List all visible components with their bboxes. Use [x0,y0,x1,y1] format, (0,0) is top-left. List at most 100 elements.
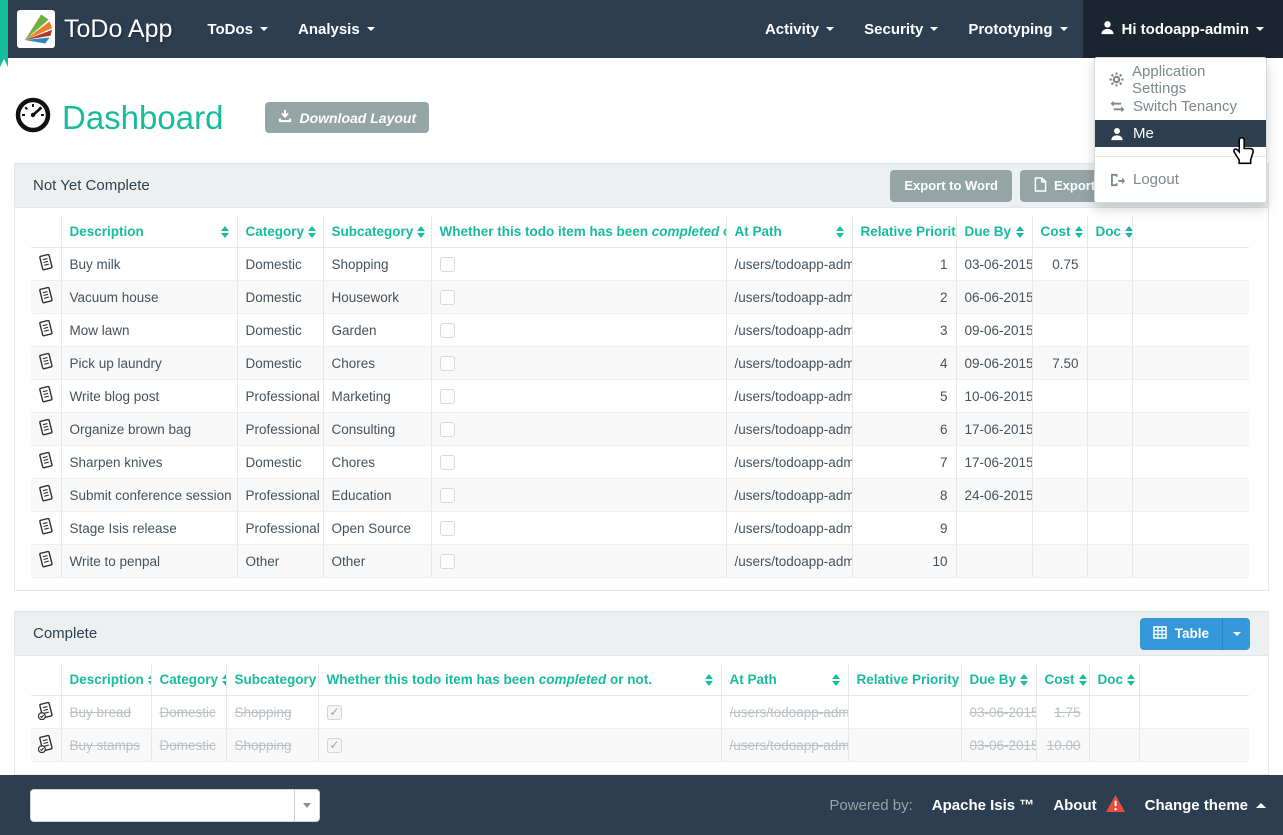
user-icon [1109,127,1125,141]
nav-todos[interactable]: ToDos [192,0,283,58]
todo-item-done-icon [31,696,61,729]
export-to-word-button[interactable]: Export to Word [890,170,1012,202]
cell-due-by [956,512,1032,545]
menu-item-application-settings[interactable]: Application Settings [1095,66,1266,93]
table-row[interactable]: Vacuum house Domestic Housework /users/t… [31,281,1249,314]
table-row[interactable]: Buy bread Domestic Shopping /users/todoa… [31,696,1249,729]
table-row[interactable]: Mow lawn Domestic Garden /users/todoapp-… [31,314,1249,347]
chevron-down-icon [826,27,834,31]
menu-item-me[interactable]: Me [1095,120,1266,147]
apache-isis-link[interactable]: Apache Isis ™ [932,797,1035,814]
nav-prototyping[interactable]: Prototyping [953,0,1082,58]
about-link[interactable]: About [1053,794,1125,817]
cell-spacer [1132,479,1249,512]
cell-subcategory: Shopping [226,729,318,762]
table-row[interactable]: Organize brown bag Professional Consulti… [31,413,1249,446]
completed-checkbox[interactable] [440,290,455,305]
table-row[interactable]: Write blog post Professional Marketing /… [31,380,1249,413]
table-row[interactable]: Pick up laundry Domestic Chores /users/t… [31,347,1249,380]
completed-checkbox[interactable] [440,389,455,404]
col-cost[interactable]: Cost [1036,664,1089,696]
cell-doc [1087,281,1132,314]
cell-category: Domestic [151,696,226,729]
col-relative-priority[interactable]: Relative Priority [852,216,956,248]
col-at-path[interactable]: At Path [721,664,848,696]
cell-cost [1032,380,1087,413]
cell-due-by: 17-06-2015 [956,446,1032,479]
table-row[interactable]: Stage Isis release Professional Open Sou… [31,512,1249,545]
cell-description[interactable]: Sharpen knives [61,446,237,479]
menu-item-switch-tenancy[interactable]: Switch Tenancy [1095,93,1266,120]
col-doc[interactable]: Doc [1089,664,1139,696]
col-description[interactable]: Description [61,664,151,696]
cell-spacer [1139,696,1249,729]
cell-doc [1087,446,1132,479]
col-category[interactable]: Category [237,216,323,248]
table-row[interactable]: Write to penpal Other Other /users/todoa… [31,545,1249,578]
combobox-dropdown-arrow[interactable] [294,790,319,821]
cell-at-path: /users/todoapp-admin [726,347,852,380]
cell-description[interactable]: Write to penpal [61,545,237,578]
cell-doc [1087,413,1132,446]
col-cost[interactable]: Cost [1032,216,1087,248]
nav-user-menu[interactable]: Hi todoapp-admin [1083,0,1283,58]
nav-activity[interactable]: Activity [750,0,849,58]
cell-due-by: 06-06-2015 [956,281,1032,314]
table-row[interactable]: Sharpen knives Domestic Chores /users/to… [31,446,1249,479]
col-completed[interactable]: Whether this todo item has been complete… [431,216,726,248]
col-due-by[interactable]: Due By [961,664,1036,696]
cell-spacer [1132,413,1249,446]
completed-checkbox[interactable] [440,323,455,338]
completed-checkbox[interactable] [440,521,455,536]
col-category[interactable]: Category [151,664,226,696]
col-relative-priority[interactable]: Relative Priority [848,664,961,696]
cell-description[interactable]: Pick up laundry [61,347,237,380]
col-description[interactable]: Description [61,216,237,248]
cell-relative-priority: 5 [852,380,956,413]
cell-description[interactable]: Buy milk [61,248,237,281]
cell-description[interactable]: Submit conference session [61,479,237,512]
col-doc[interactable]: Doc [1087,216,1132,248]
change-theme-link[interactable]: Change theme [1145,797,1266,814]
col-subcategory[interactable]: Subcategory [226,664,318,696]
cell-subcategory: Education [323,479,431,512]
col-subcategory[interactable]: Subcategory [323,216,431,248]
cell-completed [431,281,726,314]
cell-due-by: 09-06-2015 [956,314,1032,347]
cell-description[interactable]: Stage Isis release [61,512,237,545]
cell-description[interactable]: Buy stamps [61,729,151,762]
col-at-path[interactable]: At Path [726,216,852,248]
table-row[interactable]: Submit conference session Professional E… [31,479,1249,512]
cell-subcategory: Shopping [226,696,318,729]
cell-description[interactable]: Organize brown bag [61,413,237,446]
col-completed[interactable]: Whether this todo item has been complete… [318,664,721,696]
footer-combobox-input[interactable] [31,790,294,821]
cell-at-path: /users/todoapp-admin [721,729,848,762]
col-due-by[interactable]: Due By [956,216,1032,248]
completed-checkbox[interactable] [440,356,455,371]
cell-description[interactable]: Buy bread [61,696,151,729]
nav-security[interactable]: Security [849,0,953,58]
cell-doc [1087,512,1132,545]
top-navbar: ToDo App ToDos Analysis Activity Securit… [0,0,1283,58]
nav-analysis[interactable]: Analysis [283,0,390,58]
menu-item-logout[interactable]: Logout [1095,166,1266,193]
cell-at-path: /users/todoapp-admin [726,479,852,512]
table-view-button[interactable]: Table [1140,618,1250,650]
table-row[interactable]: Buy milk Domestic Shopping /users/todoap… [31,248,1249,281]
table-row[interactable]: Buy stamps Domestic Shopping /users/todo… [31,729,1249,762]
app-brand[interactable]: ToDo App [0,0,192,58]
cell-due-by: 10-06-2015 [956,380,1032,413]
cell-description[interactable]: Vacuum house [61,281,237,314]
cell-description[interactable]: Mow lawn [61,314,237,347]
completed-checkbox[interactable] [440,257,455,272]
completed-checkbox[interactable] [440,455,455,470]
cell-description[interactable]: Write blog post [61,380,237,413]
completed-checkbox[interactable] [440,554,455,569]
chevron-up-icon [1256,803,1266,808]
footer: Powered by: Apache Isis ™ About Change t… [0,775,1283,835]
completed-checkbox[interactable] [440,488,455,503]
chevron-down-icon[interactable] [1222,618,1250,650]
completed-checkbox[interactable] [440,422,455,437]
download-layout-button[interactable]: Download Layout [265,102,429,133]
